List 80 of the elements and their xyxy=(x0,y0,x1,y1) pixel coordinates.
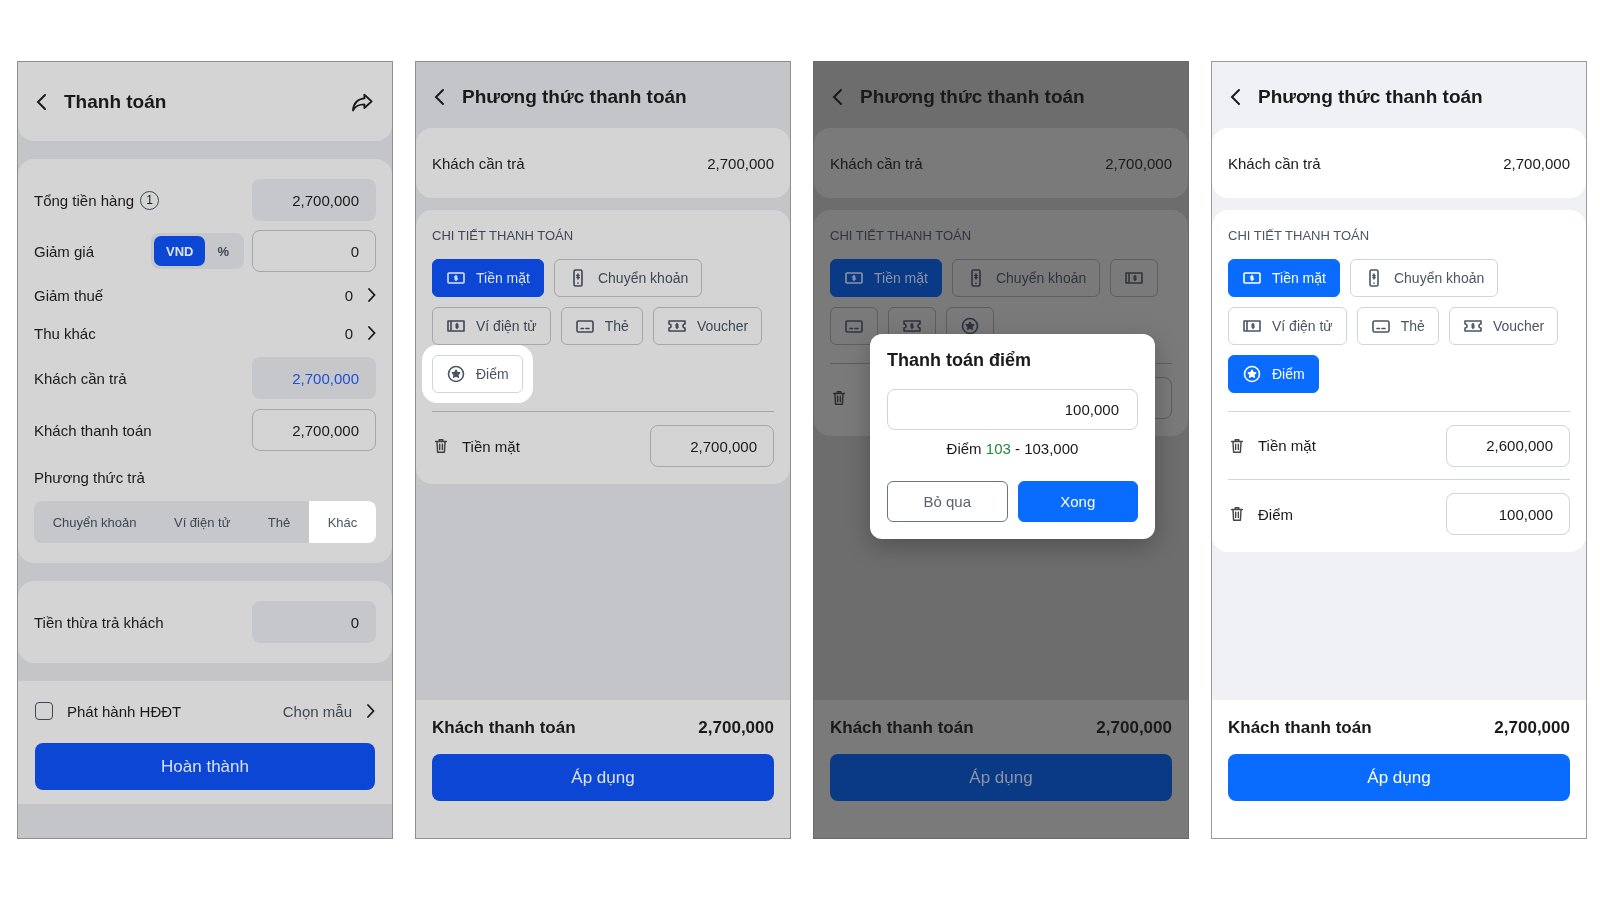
row-label: Khách thanh toán xyxy=(34,421,152,439)
section-title: CHI TIẾT THANH TOÁN xyxy=(830,228,973,243)
method-chip[interactable]: Điểm xyxy=(1228,355,1319,393)
checkbox[interactable] xyxy=(35,702,53,720)
row-label: Phương thức trả xyxy=(34,468,145,486)
method-chip[interactable]: Ví điện tử xyxy=(1228,307,1347,345)
amount-field[interactable]: 2,700,000 xyxy=(650,425,774,467)
method-chip[interactable]: Thẻ xyxy=(560,307,643,345)
chevron-icon xyxy=(366,704,375,718)
line-label: Điểm xyxy=(1258,505,1294,523)
amount-field[interactable]: 100,000 xyxy=(1446,493,1570,535)
points-note: Điểm 103 - 103,000 xyxy=(945,440,1080,457)
trash-icon xyxy=(1228,436,1246,455)
chevron-icon xyxy=(367,326,376,340)
due-label: Khách cần trả xyxy=(830,154,923,172)
method-chip[interactable]: Voucher xyxy=(1448,307,1559,345)
row-label: Giảm thuế xyxy=(34,286,104,304)
unit-option[interactable]: % xyxy=(205,236,241,266)
cancel-button[interactable]: Bỏ qua xyxy=(887,481,1008,522)
row-label: Giảm giá xyxy=(34,242,95,260)
back-icon[interactable] xyxy=(1230,88,1242,106)
total-label: Khách thanh toán xyxy=(432,718,576,738)
amount-value: 2,700,000 xyxy=(252,179,376,221)
back-icon[interactable] xyxy=(36,92,48,111)
points-field[interactable]: 100,000 xyxy=(887,389,1138,430)
due-value: 2,700,000 xyxy=(707,154,774,172)
amount-value: 2,700,000 xyxy=(252,357,376,399)
complete-button[interactable]: Hoàn thành xyxy=(35,743,375,790)
chevron-icon xyxy=(367,288,376,302)
line-label: Tiền mặt xyxy=(1258,437,1317,454)
section-title: CHI TIẾT THANH TOÁN xyxy=(1228,228,1371,243)
method-tab[interactable]: Chuyển khoản xyxy=(34,501,156,543)
total-value: 2,700,000 xyxy=(698,718,774,738)
section-title: CHI TIẾT THANH TOÁN xyxy=(432,228,575,243)
amount-field[interactable]: 2,700,000 xyxy=(252,409,376,451)
method-tab[interactable]: Thẻ xyxy=(249,501,309,543)
apply-button[interactable]: Áp dụng xyxy=(432,754,774,801)
row-label: Tổng tiền hàng xyxy=(34,191,135,209)
due-value: 2,700,000 xyxy=(1503,154,1570,172)
method-chip[interactable]: Ví điện tử xyxy=(432,307,551,345)
back-icon[interactable] xyxy=(434,88,446,106)
dialog-title: Thanh toán điểm xyxy=(887,350,1032,371)
method-chip[interactable]: Chuyển khoản xyxy=(553,259,703,297)
discount-field[interactable]: 0 xyxy=(252,230,376,272)
row-label: Tiền thừa trả khách xyxy=(34,613,164,631)
amount-value: 0 xyxy=(252,601,376,643)
unit-option[interactable]: VND xyxy=(154,236,206,266)
screen-title: Phương thức thanh toán xyxy=(462,86,687,108)
trash-icon xyxy=(1228,505,1246,523)
row-label: Thu khác xyxy=(34,324,96,342)
line-label: Tiền mặt xyxy=(462,437,521,455)
total-value: 2,700,000 xyxy=(1096,718,1172,738)
method-chip[interactable]: Tiền mặt xyxy=(830,259,942,297)
method-chip[interactable]: Thẻ xyxy=(1356,307,1439,345)
screen-title: Phương thức thanh toán xyxy=(860,86,1085,108)
row-value: 0 xyxy=(344,286,353,304)
apply-button[interactable]: Áp dụng xyxy=(830,754,1172,801)
method-chip[interactable]: Tiền mặt xyxy=(432,259,544,297)
screen-title: Phương thức thanh toán xyxy=(1258,86,1483,108)
confirm-button[interactable]: Xong xyxy=(1017,481,1138,522)
total-label: Khách thanh toán xyxy=(830,718,974,738)
due-value: 2,700,000 xyxy=(1105,154,1172,172)
apply-button[interactable]: Áp dụng xyxy=(1228,754,1570,801)
invoice-label: Phát hành HĐĐT xyxy=(67,702,182,720)
due-label: Khách cần trả xyxy=(432,154,525,172)
method-chip[interactable]: Voucher xyxy=(652,307,763,345)
template-link[interactable]: Chọn mẫu xyxy=(282,702,352,720)
total-label: Khách thanh toán xyxy=(1228,718,1372,738)
row-value: 0 xyxy=(344,324,353,342)
amount-field[interactable]: 2,600,000 xyxy=(1446,424,1570,467)
screen-title: Thanh toán xyxy=(64,90,167,113)
due-label: Khách cần trả xyxy=(1228,154,1321,172)
method-chip[interactable]: Tiền mặt xyxy=(1228,259,1340,297)
method-chip[interactable]: Chuyển khoản xyxy=(1349,259,1499,297)
trash-icon xyxy=(830,389,848,407)
trash-icon xyxy=(432,437,450,455)
method-tab[interactable]: Khác xyxy=(308,501,376,543)
method-tab[interactable]: Ví điện tử xyxy=(155,501,250,543)
total-value: 2,700,000 xyxy=(1494,718,1570,738)
row-label: Khách cần trả xyxy=(34,369,127,387)
